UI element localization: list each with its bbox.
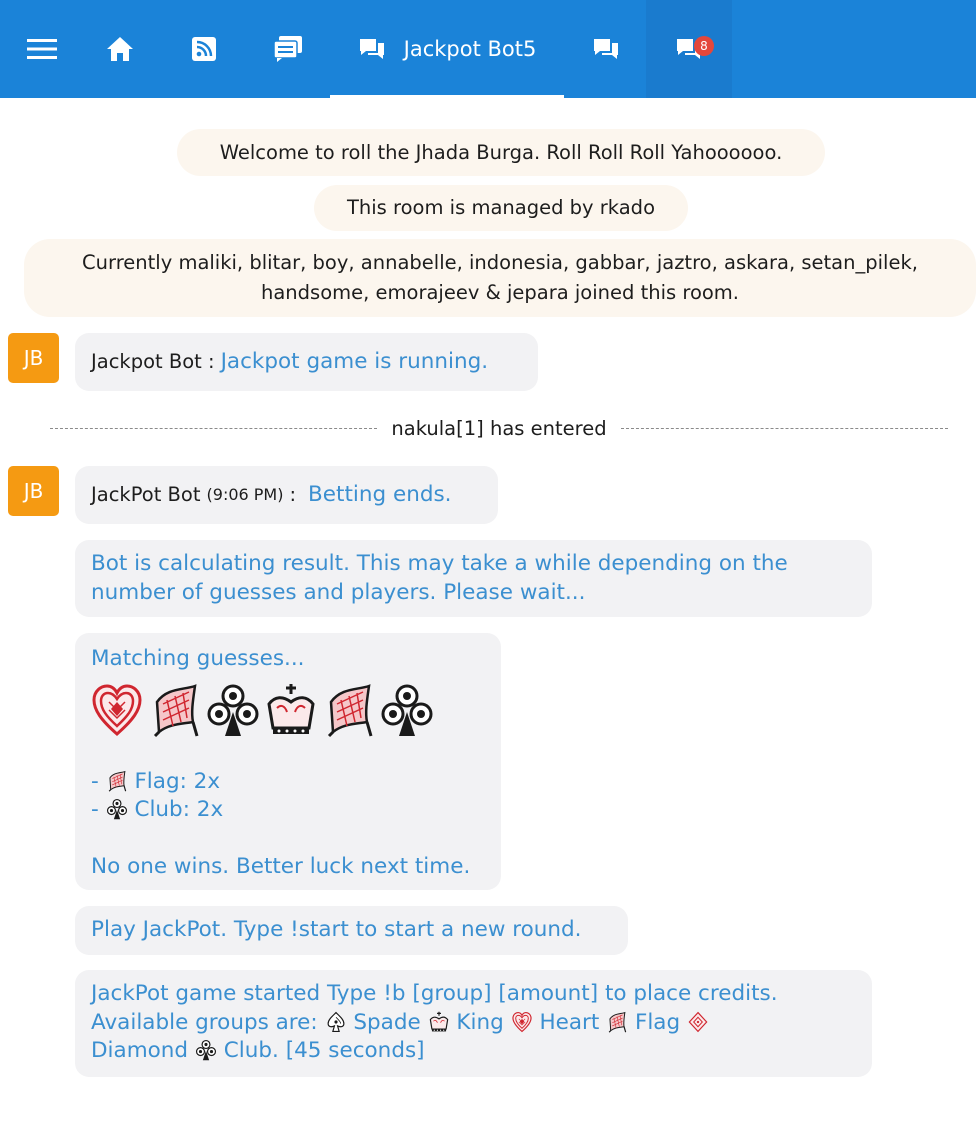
card-results <box>91 680 485 740</box>
home-icon[interactable] <box>92 0 148 98</box>
divider-line <box>620 427 948 429</box>
tab-label: Jackpot Bot5 <box>403 37 537 61</box>
message-text: Betting ends. <box>308 481 452 507</box>
divider-line <box>50 427 378 429</box>
flag-icon <box>149 682 201 738</box>
club-icon <box>195 1039 217 1061</box>
tab-jackpot-bot5[interactable]: Jackpot Bot5 <box>330 0 564 98</box>
user-entered-divider: nakula[1] has entered <box>50 414 948 442</box>
menu-icon[interactable] <box>14 0 70 98</box>
avatar[interactable]: JB <box>8 466 59 516</box>
heart-icon <box>91 682 143 738</box>
notification-badge: 8 <box>694 36 714 56</box>
groups-line: Available groups are: Spade King Heart F… <box>91 1009 856 1038</box>
group-flag: Flag <box>634 1009 681 1035</box>
chat-bubbles-icon[interactable] <box>578 0 634 98</box>
tab-notifications[interactable]: 8 <box>646 0 732 98</box>
active-tab-indicator <box>330 95 564 98</box>
match-label: Club: 2x <box>134 797 224 822</box>
group-diamond: Diamond <box>91 1038 189 1063</box>
group-king: King <box>456 1009 504 1035</box>
avatar[interactable]: JB <box>8 333 59 383</box>
message-time: (9:06 PM) <box>206 484 284 504</box>
club-icon <box>381 682 433 738</box>
group-heart: Heart <box>539 1009 600 1035</box>
match-line-club: - Club: 2x <box>91 796 485 825</box>
sender-name[interactable]: Jackpot Bot : <box>91 348 215 377</box>
king-icon <box>428 1011 450 1033</box>
result-text: No one wins. Better luck next time. <box>91 853 471 879</box>
flag-icon <box>323 682 375 738</box>
club-icon <box>106 798 128 820</box>
feed-icon[interactable] <box>176 0 232 98</box>
room-manager-notice: This room is managed by rkado <box>314 185 688 231</box>
king-icon <box>265 682 317 738</box>
chat-message: Play JackPot. Type !start to start a new… <box>75 906 628 955</box>
round-timer: [45 seconds] <box>285 1038 425 1063</box>
heart-icon <box>511 1011 533 1033</box>
groups-prefix: Available groups are: <box>91 1009 318 1035</box>
spade-icon <box>325 1011 347 1033</box>
divider-text: nakula[1] has entered <box>391 416 607 440</box>
joined-users-notice: Currently maliki, blitar, boy, annabelle… <box>24 239 976 317</box>
match-prefix: - <box>91 768 106 794</box>
flag-icon <box>106 770 128 792</box>
message-text: Jackpot game is running. <box>220 348 489 374</box>
welcome-notice: Welcome to roll the Jhada Burga. Roll Ro… <box>177 129 825 176</box>
chat-message: JackPot Bot (9:06 PM) : Betting ends. <box>75 466 498 524</box>
groups-line-continued: Diamond Club. [45 seconds] <box>91 1037 856 1066</box>
flag-icon <box>606 1011 628 1033</box>
sender-name[interactable]: JackPot Bot <box>91 481 201 510</box>
chat-message: Bot is calculating result. This may take… <box>75 540 872 617</box>
game-start-line: JackPot game started Type !b [group] [am… <box>91 981 778 1006</box>
chat-list-icon[interactable] <box>260 0 316 98</box>
match-line-flag: - Flag: 2x <box>91 768 485 797</box>
chat-message: JackPot game started Type !b [group] [am… <box>75 970 872 1077</box>
club-icon <box>207 682 259 738</box>
matching-title: Matching guesses... <box>91 646 305 671</box>
group-club: Club. <box>223 1038 279 1063</box>
diamond-icon <box>687 1011 709 1033</box>
group-spade: Spade <box>353 1009 421 1035</box>
match-prefix: - <box>91 797 106 822</box>
match-label: Flag: 2x <box>134 768 221 794</box>
chat-message: Jackpot Bot : Jackpot game is running. <box>75 333 538 391</box>
chat-bubbles-icon <box>358 37 386 61</box>
sender-separator: : <box>289 482 297 506</box>
chat-message: Matching guesses... - Flag: 2x - Club: 2… <box>75 633 501 890</box>
top-navigation-bar: Jackpot Bot5 8 <box>0 0 976 98</box>
